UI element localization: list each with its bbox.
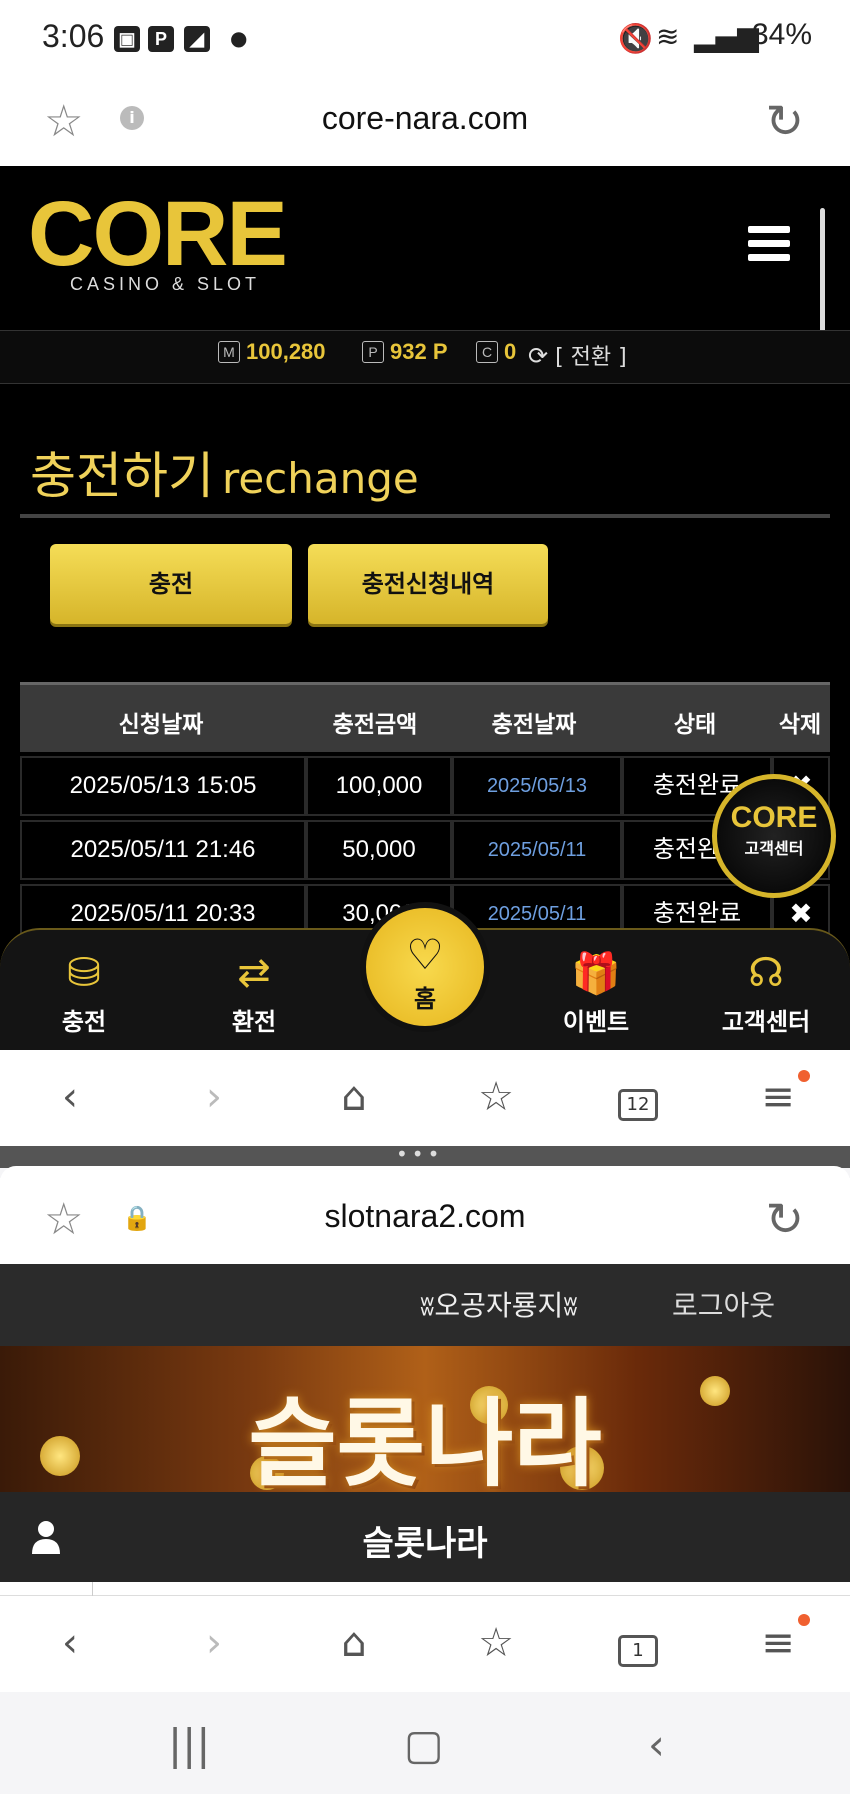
banner-title: 슬롯나라 xyxy=(248,1388,602,1492)
menu-icon[interactable]: ≡ xyxy=(748,1620,808,1666)
col-amount: 충전금액 xyxy=(332,712,418,738)
forward-icon[interactable]: › xyxy=(184,1074,244,1120)
split-screen-divider[interactable]: ••• xyxy=(0,1142,850,1168)
page-title: 충전하기 rechange xyxy=(30,447,419,505)
logout-link[interactable]: 로그아웃 xyxy=(672,1284,775,1324)
status-time: 3:06 xyxy=(42,18,105,54)
status-bar: 3:06 ▣ P ◢ ● 🔇 ≋ ▂▄▆ 34% xyxy=(0,0,850,80)
cs-float-logo: CORE xyxy=(730,801,818,834)
cell-charge-date: 2025/05/13 xyxy=(452,756,622,816)
nav-home-label: 홈 xyxy=(413,985,437,1013)
notification-dot xyxy=(798,1070,810,1082)
nav-exchange-label: 환전 xyxy=(231,1008,277,1036)
url-text[interactable]: core-nara.com xyxy=(0,100,850,137)
recents-icon[interactable]: ||| xyxy=(168,1720,210,1769)
divider-handle-icon[interactable]: ••• xyxy=(396,1142,443,1166)
tabs-button[interactable]: 1 xyxy=(608,1620,668,1667)
nav-charge[interactable]: ⛁ 충전 xyxy=(24,950,144,1037)
cell-request-date: 2025/05/13 15:05 xyxy=(20,756,306,816)
nav-exchange[interactable]: ⇄ 환전 xyxy=(194,950,314,1037)
col-charge-date: 충전날짜 xyxy=(491,712,577,738)
content-edge xyxy=(0,1582,850,1596)
home-icon[interactable]: ⌂ xyxy=(324,1620,384,1666)
core-site: CORE CASINO & SLOT M 100,280 P 932 P C0 ⟳ … xyxy=(0,166,850,1050)
reload-icon[interactable]: ↻ xyxy=(765,94,804,148)
tab-count: 12 xyxy=(618,1089,658,1121)
table-row: 2025/05/13 15:05 100,000 2025/05/13 충전완료… xyxy=(20,756,830,816)
nav-home[interactable]: ♡ 홈 xyxy=(360,902,490,1032)
reload-icon[interactable]: ↻ xyxy=(765,1192,804,1246)
home-icon[interactable]: ⌂ xyxy=(324,1074,384,1120)
nav-event-label: 이벤트 xyxy=(562,1008,630,1036)
nav-cs-label: 고객센터 xyxy=(721,1008,811,1036)
mute-icon: 🔇 xyxy=(618,22,653,55)
nav-event[interactable]: 🎁 이벤트 xyxy=(536,950,656,1037)
slot-banner[interactable]: 슬롯나라 xyxy=(0,1346,850,1492)
battery-level: 34% xyxy=(751,18,812,51)
tab-count: 1 xyxy=(618,1635,658,1667)
browser-toolbar-2: ‹ › ⌂ ☆ 1 ≡ xyxy=(0,1596,850,1692)
nav-charge-label: 충전 xyxy=(61,1008,107,1036)
cell-amount: 50,000 xyxy=(306,820,452,880)
core-logo[interactable]: CORE xyxy=(28,188,288,280)
forward-icon[interactable]: › xyxy=(184,1620,244,1666)
dot-icon: ● xyxy=(230,26,248,50)
bottom-nav: ⛁ 충전 ⇄ 환전 ♡ 홈 🎁 이벤트 ☊ 고객센터 xyxy=(0,902,850,1050)
charge-history-button[interactable]: 충전신청내역 xyxy=(308,544,548,624)
cell-amount: 100,000 xyxy=(306,756,452,816)
casino-balance: C0 xyxy=(476,339,516,365)
signal-icon: ▂▄▆ xyxy=(694,20,759,53)
col-request-date: 신청날짜 xyxy=(118,712,204,738)
charge-button[interactable]: 충전 xyxy=(50,544,292,624)
username: ʬ오공자룡지ʬ xyxy=(420,1289,578,1322)
image-icon: ▣ xyxy=(114,26,140,52)
balance-bar: M 100,280 P 932 P C0 ⟳ [ 전환 ] xyxy=(0,330,850,384)
notification-dot xyxy=(798,1614,810,1626)
system-nav-bar: ||| ▢ ‹ xyxy=(0,1700,850,1794)
home-heart-icon: ♡ xyxy=(406,930,444,979)
headset-icon: ☊ xyxy=(748,950,784,996)
col-delete: 삭제 xyxy=(778,712,822,738)
switch-button[interactable]: ⟳ [ 전환 ] xyxy=(528,339,627,371)
bookmarks-icon[interactable]: ☆ xyxy=(466,1620,526,1666)
table-row: 2025/05/11 21:46 50,000 2025/05/11 충전완료 … xyxy=(20,820,830,880)
menu-icon[interactable] xyxy=(748,226,790,262)
site-name: 슬롯나라 xyxy=(362,1524,488,1564)
cell-charge-date: 2025/05/11 xyxy=(452,820,622,880)
customer-center-float-button[interactable]: CORE 고객센터 xyxy=(712,774,836,898)
charge-icon: ⛁ xyxy=(67,950,101,996)
cs-float-label: 고객센터 xyxy=(744,839,804,858)
delete-icon[interactable]: ✖ xyxy=(789,898,812,929)
core-logo-subtitle: CASINO & SLOT xyxy=(70,274,261,294)
back-icon[interactable]: ‹ xyxy=(40,1074,100,1120)
back-nav-icon[interactable]: ‹ xyxy=(648,1720,665,1769)
money-balance: M 100,280 xyxy=(218,339,326,365)
menu-icon[interactable]: ≡ xyxy=(748,1074,808,1120)
col-status: 상태 xyxy=(673,712,717,738)
tabs-button[interactable]: 12 xyxy=(608,1074,668,1121)
cell-request-date: 2025/05/11 21:46 xyxy=(20,820,306,880)
back-icon[interactable]: ‹ xyxy=(40,1620,100,1666)
nav-customer-center[interactable]: ☊ 고객센터 xyxy=(706,950,826,1037)
browser-toolbar: ‹ › ⌂ ☆ 12 ≡ xyxy=(0,1050,850,1146)
exchange-icon: ⇄ xyxy=(237,950,271,996)
gift-icon: 🎁 xyxy=(571,951,621,997)
note-icon: ◢ xyxy=(184,26,210,52)
table-header: 신청날짜 충전금액 충전날짜 상태 삭제 xyxy=(20,682,830,752)
browser-address-bar-2[interactable]: ☆ 🔒 slotnara2.com ↻ xyxy=(0,1178,850,1264)
refresh-icon: ⟳ xyxy=(528,342,549,370)
slot-name-bar: 슬롯나라 xyxy=(0,1492,850,1582)
p-icon: P xyxy=(148,26,174,52)
slot-header: ʬ오공자룡지ʬ 로그아웃 xyxy=(0,1264,850,1346)
bookmarks-icon[interactable]: ☆ xyxy=(466,1074,526,1120)
point-balance: P 932 P xyxy=(362,339,448,365)
scrollbar[interactable] xyxy=(820,208,825,344)
wifi-icon: ≋ xyxy=(656,20,680,53)
browser-address-bar[interactable]: ☆ i core-nara.com ↻ xyxy=(0,80,850,166)
home-button-icon[interactable]: ▢ xyxy=(404,1720,444,1769)
url-text[interactable]: slotnara2.com xyxy=(0,1198,850,1235)
divider xyxy=(20,514,830,518)
